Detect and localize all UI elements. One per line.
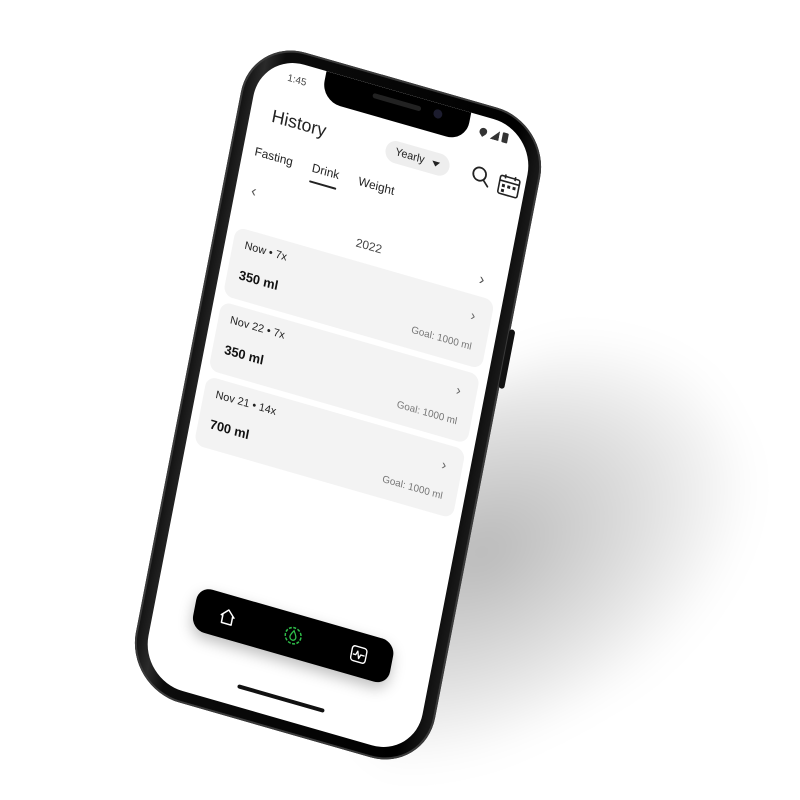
entry-date: Now • 7x	[243, 239, 288, 264]
tab-weight[interactable]: Weight	[356, 174, 396, 206]
entry-date: Nov 21 • 14x	[214, 388, 278, 419]
status-time: 1:45	[286, 72, 308, 89]
calendar-icon	[497, 174, 521, 199]
nav-drink-button[interactable]	[280, 622, 305, 650]
home-icon	[220, 609, 235, 626]
status-icons	[478, 125, 509, 144]
bottom-nav	[190, 585, 396, 686]
front-camera	[432, 108, 444, 120]
battery-icon	[501, 132, 509, 144]
period-select[interactable]: Yearly	[383, 138, 452, 179]
entry-goal: Goal: 1000 ml	[395, 399, 458, 428]
stage: 1:45 History Yearly Fasting Drink Weight…	[0, 0, 800, 800]
wifi-icon	[478, 126, 489, 137]
speaker	[372, 92, 422, 112]
chevron-right-icon: ›	[469, 306, 478, 324]
nav-activity-button[interactable]	[346, 641, 371, 669]
search-icon	[472, 166, 489, 188]
chevron-down-icon	[431, 160, 441, 168]
entry-amount: 350 ml	[223, 341, 266, 368]
drink-icon	[284, 626, 302, 645]
tab-drink[interactable]: Drink	[309, 161, 341, 190]
entry-amount: 350 ml	[237, 267, 280, 294]
entry-goal: Goal: 1000 ml	[410, 324, 473, 353]
entry-date: Nov 22 • 7x	[229, 314, 286, 342]
search-button[interactable]	[468, 163, 493, 191]
activity-icon	[349, 645, 368, 664]
signal-icon	[490, 129, 501, 141]
home-indicator[interactable]	[237, 684, 325, 713]
chevron-right-icon: ›	[454, 381, 463, 399]
calendar-button[interactable]	[496, 171, 521, 199]
chevron-right-icon: ›	[440, 455, 449, 473]
page-title: History	[270, 105, 328, 141]
tab-fasting[interactable]: Fasting	[252, 144, 295, 176]
entry-goal: Goal: 1000 ml	[381, 473, 444, 503]
entry-amount: 700 ml	[208, 416, 251, 443]
period-select-value: Yearly	[394, 146, 426, 167]
nav-home-button[interactable]	[215, 603, 240, 631]
previous-year-button[interactable]: ‹	[249, 183, 258, 202]
